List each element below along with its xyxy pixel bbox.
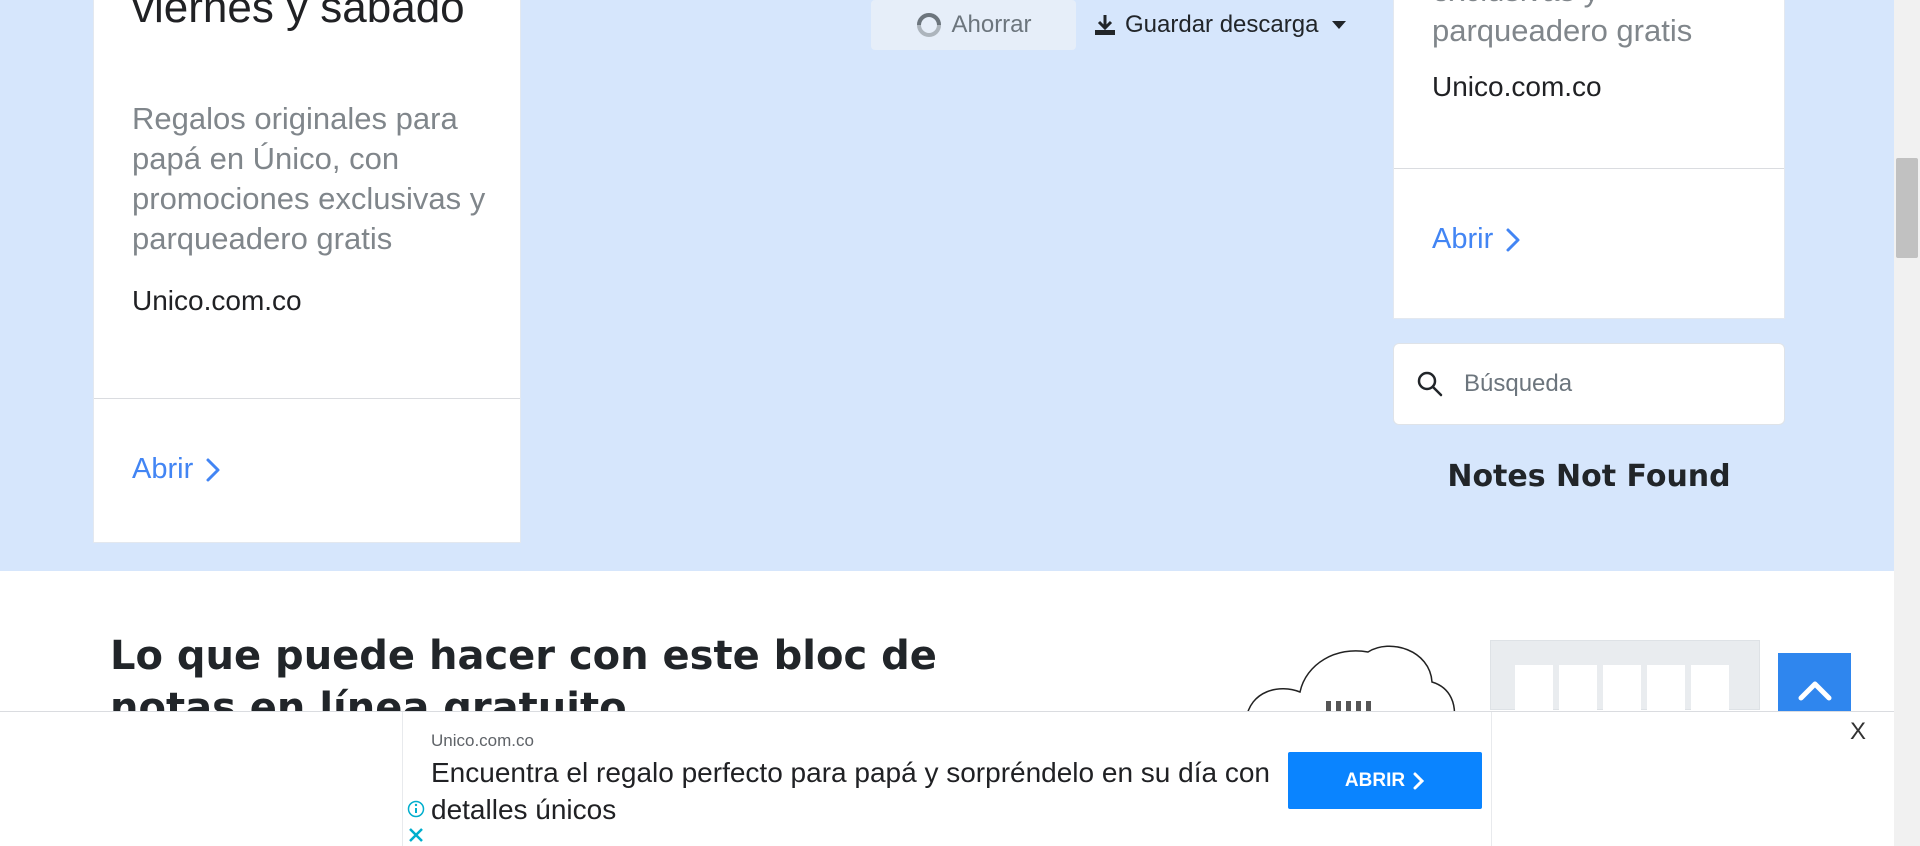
chevron-right-icon: [1413, 772, 1425, 789]
chevron-right-icon: [1506, 228, 1520, 251]
left-ad-card[interactable]: viernes y sábado Regalos originales para…: [93, 0, 521, 543]
ad-domain: Unico.com.co: [431, 731, 534, 750]
save-button[interactable]: Ahorrar: [871, 0, 1076, 50]
open-label: Abrir: [1432, 223, 1494, 255]
ad-description: Regalos originales para papá en Único, c…: [132, 101, 486, 256]
scrollbar-thumb[interactable]: [1896, 158, 1918, 258]
grid-illustration: [1490, 640, 1760, 711]
notes-empty-message: Notes Not Found: [1447, 459, 1731, 494]
card-divider: [1394, 168, 1784, 169]
search-box[interactable]: [1393, 343, 1785, 425]
right-ad-card[interactable]: exclusivas y parqueadero gratis Unico.co…: [1393, 0, 1785, 319]
grid-cell: [1603, 665, 1641, 711]
open-link[interactable]: Abrir: [1432, 223, 1521, 256]
chevron-right-icon: [206, 458, 220, 481]
ad-text: Encuentra el regalo perfecto para papá y…: [431, 757, 1271, 825]
spinner-icon: [917, 13, 942, 37]
scrollbar-track[interactable]: [1894, 0, 1920, 846]
download-icon: [1095, 15, 1115, 35]
close-ad-button[interactable]: X: [1850, 718, 1866, 746]
ad-description: exclusivas y parqueadero gratis: [1432, 0, 1693, 48]
ad-cta-button[interactable]: ABRIR: [1288, 752, 1482, 809]
grid-cell: [1515, 665, 1553, 711]
ad-content[interactable]: Unico.com.co Encuentra el regalo perfect…: [402, 712, 1492, 846]
search-icon: [1417, 371, 1443, 397]
grid-cell: [1559, 665, 1597, 711]
search-input[interactable]: [1464, 370, 1764, 398]
grid-cell: [1691, 665, 1729, 711]
card-divider: [94, 398, 520, 399]
download-dropdown[interactable]: Guardar descarga: [1093, 6, 1347, 44]
caret-down-icon: [1332, 21, 1347, 29]
cloud-illustration: [1245, 645, 1456, 720]
ad-domain: Unico.com.co: [1432, 71, 1602, 102]
open-label: Abrir: [132, 453, 194, 485]
info-icon[interactable]: [407, 800, 425, 818]
download-label: Guardar descarga: [1125, 11, 1319, 38]
bottom-ad-banner: Unico.com.co Encuentra el regalo perfect…: [0, 711, 1894, 846]
ad-domain: Unico.com.co: [132, 285, 302, 316]
cta-label: ABRIR: [1344, 769, 1406, 791]
save-label: Ahorrar: [951, 11, 1032, 38]
open-link[interactable]: Abrir: [132, 453, 221, 486]
chevron-up-icon: [1798, 681, 1831, 700]
top-section: viernes y sábado Regalos originales para…: [0, 0, 1894, 571]
ad-title: viernes y sábado: [132, 0, 465, 32]
close-icon[interactable]: [407, 826, 425, 844]
grid-cell: [1647, 665, 1685, 711]
